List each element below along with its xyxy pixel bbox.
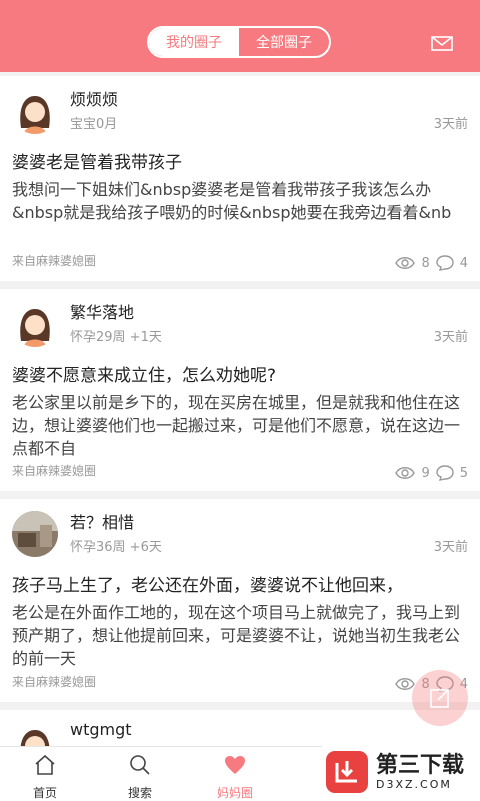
watermark-domain: D3XZ.COM [376,777,452,791]
tab-all-circles[interactable]: 全部圈子 [239,28,329,56]
comment-count: 4 [459,255,468,271]
comment-count: 5 [459,465,468,481]
post-stats: 8 4 [395,255,468,271]
view-count: 9 [421,465,430,481]
tab-search[interactable]: 搜索 [95,747,185,801]
eye-icon [395,467,416,479]
post-feed: 烦烦烦 宝宝0月 3天前 婆婆老是管着我带孩子 我想问一下姐妹们&nbsp婆婆老… [0,76,480,778]
edit-icon [430,689,449,708]
view-count: 8 [421,255,430,271]
author-name[interactable]: 烦烦烦 [70,86,118,110]
post-title: 孩子马上生了，老公还在外面，婆婆说不让他回来， [12,576,403,596]
post-title: 婆婆老是管着我带孩子 [12,153,182,173]
tab-mom-circle[interactable]: 妈妈圈 [190,747,280,801]
tab-search-label: 搜索 [127,786,152,800]
post-body: 老公是在外面作工地的，现在这个项目马上就做完了，我马上到预产期了，想让他提前回来… [12,603,461,668]
circle-segment-control: 我的圈子 全部圈子 [147,26,331,58]
comment-icon [436,255,454,271]
mail-icon[interactable] [431,36,453,51]
top-bar: 我的圈子 全部圈子 [0,0,480,72]
compose-button[interactable] [412,670,468,726]
tab-mom-circle-label: 妈妈圈 [216,786,253,800]
author-name[interactable]: 若？相惜 [70,509,134,533]
post-time: 3天前 [433,540,468,555]
post-stats: 9 5 [395,465,468,481]
baby-status: 宝宝0月 [70,117,118,132]
post-card[interactable]: 烦烦烦 宝宝0月 3天前 婆婆老是管着我带孩子 我想问一下姐妹们&nbsp婆婆老… [0,76,480,281]
watermark-title: 第三下载 [376,752,465,778]
post-title: 婆婆不愿意来成立住，怎么劝她呢? [12,366,277,386]
tab-my-circles[interactable]: 我的圈子 [149,28,239,56]
search-icon [130,755,150,775]
post-source[interactable]: 来自麻辣婆媳圈 [12,252,96,269]
author-name[interactable]: wtgmgt [70,720,132,739]
post-body: 我想问一下姐妹们&nbsp婆婆老是管着我带孩子我该怎么办&nbsp就是我给孩子喂… [12,180,452,222]
home-icon [35,754,55,775]
post-time: 3天前 [433,330,468,345]
post-source[interactable]: 来自麻辣婆媳圈 [12,673,96,690]
heart-icon [225,756,245,774]
avatar[interactable] [12,88,58,134]
post-card[interactable]: 繁华落地 怀孕29周 +1天 3天前 婆婆不愿意来成立住，怎么劝她呢? 老公家里… [0,289,480,491]
post-body: 老公家里以前是乡下的，现在买房在城里，但是就我和他住在这边，想让婆婆他们也一起搬… [12,393,461,458]
avatar[interactable] [12,301,58,347]
post-card[interactable]: 若？相惜 怀孕36周 +6天 3天前 孩子马上生了，老公还在外面，婆婆说不让他回… [0,499,480,702]
watermark-badge: 第三下载 D3XZ.COM [322,744,480,800]
tab-home[interactable]: 首页 [0,747,90,801]
author-name[interactable]: 繁华落地 [70,299,134,323]
pregnancy-status: 怀孕36周 +6天 [70,540,162,555]
post-time: 3天前 [433,117,468,132]
post-source[interactable]: 来自麻辣婆媳圈 [12,462,96,479]
comment-icon [436,465,454,481]
download-logo-icon [326,751,368,793]
avatar[interactable] [12,511,58,557]
eye-icon [395,257,416,269]
tab-home-label: 首页 [32,786,57,800]
pregnancy-status: 怀孕29周 +1天 [70,330,162,345]
